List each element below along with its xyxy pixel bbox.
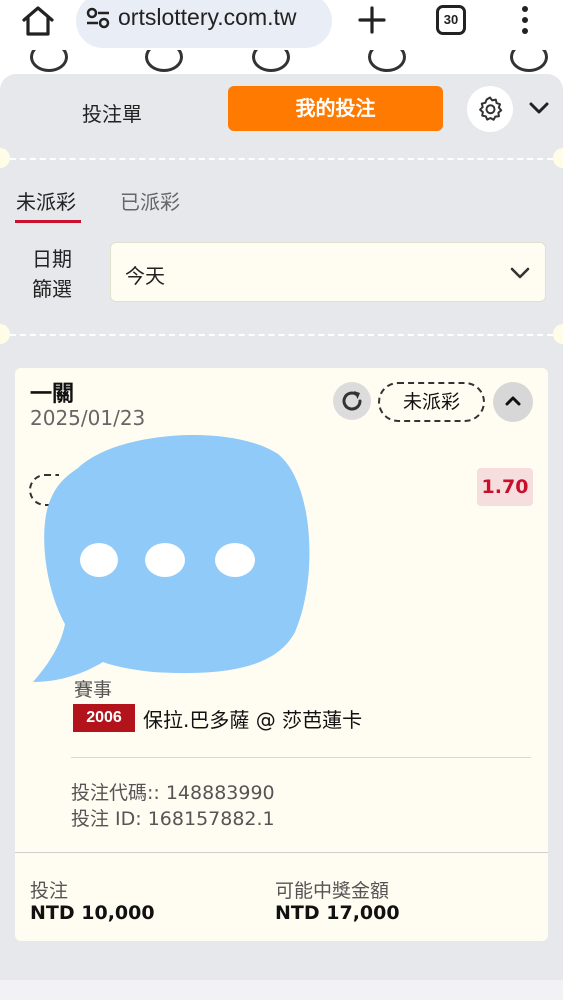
sport-icon[interactable] (30, 50, 68, 72)
site-settings-icon[interactable] (84, 4, 112, 32)
status-badge: 未派彩 (378, 382, 485, 422)
potential-payout-label: 可能中獎金額 (275, 880, 390, 902)
date-filter-label-line2: 篩選 (32, 277, 72, 301)
date-filter-value: 今天 (125, 264, 165, 288)
date-filter-label: 日期 篩選 (32, 244, 92, 304)
bet-code: 投注代碼:: 148883990 (71, 782, 275, 804)
ticket-notch (553, 324, 563, 344)
event-label: 賽事 (74, 679, 113, 701)
dashed-divider (0, 158, 563, 160)
ticket-notch (0, 324, 10, 344)
date-filter-label-line1: 日期 (32, 247, 72, 271)
bet-card: 一關 2025/01/23 未派彩 1.70 賽事 2006 保拉.巴多薩 @ … (15, 368, 548, 941)
dashed-divider (0, 334, 563, 336)
chevron-down-icon[interactable] (528, 100, 550, 116)
ticket-notch (553, 148, 563, 168)
chevron-down-icon (510, 267, 530, 279)
stake-label: 投注 (30, 880, 69, 902)
stake-value: NTD 10,000 (30, 902, 155, 924)
url-text[interactable]: ortslottery.com.tw (118, 4, 328, 31)
ticket-notch (0, 148, 10, 168)
active-tab-indicator (15, 220, 81, 223)
sport-icon[interactable] (368, 50, 406, 72)
tab-unpaid[interactable]: 未派彩 (16, 186, 76, 215)
tab-switcher-button[interactable]: 30 (436, 5, 466, 35)
odds-badge: 1.70 (477, 468, 533, 506)
more-options-icon[interactable] (515, 3, 535, 37)
settings-button[interactable] (467, 86, 513, 132)
redaction-overlay (33, 434, 310, 682)
divider (71, 757, 531, 758)
gear-icon (479, 96, 503, 121)
sport-icon[interactable] (510, 50, 548, 72)
refresh-button[interactable] (333, 382, 371, 420)
new-tab-icon[interactable] (355, 3, 389, 37)
collapse-button[interactable] (493, 382, 533, 422)
chevron-up-icon (505, 396, 521, 406)
my-bets-button[interactable]: 我的投注 (228, 86, 443, 131)
divider (15, 852, 548, 853)
bet-slip-tab[interactable]: 投注單 (82, 98, 142, 127)
tab-paid[interactable]: 已派彩 (120, 186, 180, 215)
refresh-icon (342, 391, 362, 411)
bet-type-title: 一關 (30, 382, 75, 407)
date-filter-select[interactable]: 今天 (110, 242, 546, 302)
browser-toolbar: ortslottery.com.tw 30 (0, 0, 563, 50)
bet-id: 投注 ID: 168157882.1 (71, 808, 275, 830)
sport-icon[interactable] (252, 50, 290, 72)
potential-payout-value: NTD 17,000 (275, 902, 400, 924)
event-name: 保拉.巴多薩 @ 莎芭蓮卡 (143, 708, 363, 732)
bottom-strip (0, 980, 563, 1000)
event-code-badge: 2006 (73, 704, 135, 732)
home-icon[interactable] (18, 4, 58, 38)
sport-icon[interactable] (145, 50, 183, 72)
bet-panel: 投注單 我的投注 未派彩 已派彩 日期 篩選 今天 一關 2025/01/23 (0, 74, 563, 1000)
